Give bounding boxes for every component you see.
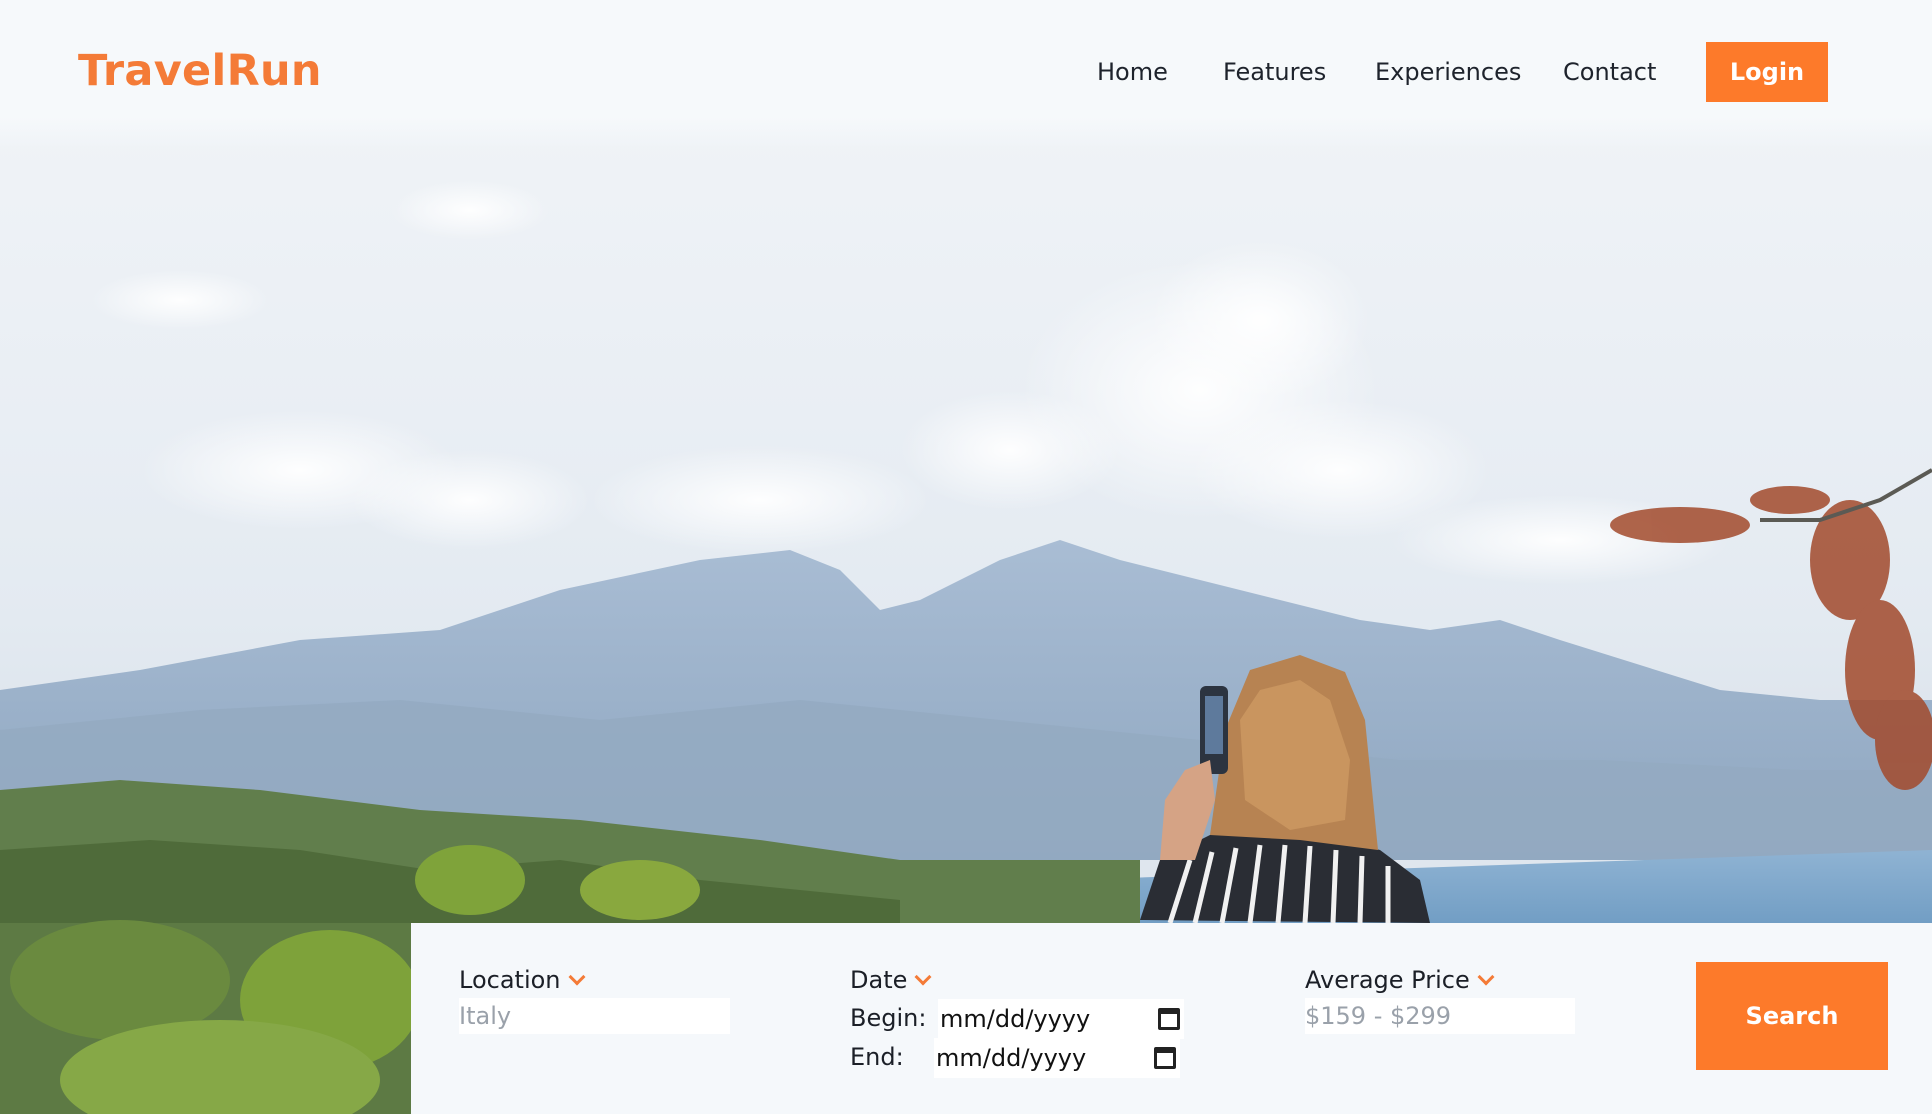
nav-features[interactable]: Features: [1223, 58, 1326, 86]
date-label: Date: [850, 966, 908, 994]
begin-date-value: mm/dd/yyyy: [940, 1005, 1091, 1033]
end-date-value: mm/dd/yyyy: [936, 1044, 1087, 1072]
chevron-down-icon: [914, 968, 932, 986]
calendar-icon[interactable]: [1154, 1047, 1176, 1069]
chevron-down-icon: [568, 968, 586, 986]
search-button[interactable]: Search: [1696, 962, 1888, 1070]
nav-home[interactable]: Home: [1097, 58, 1168, 86]
location-placeholder: Italy: [459, 1002, 512, 1030]
location-label: Location: [459, 966, 561, 994]
price-label: Average Price: [1305, 966, 1470, 994]
login-button[interactable]: Login: [1706, 42, 1828, 102]
price-input[interactable]: $159 - $299: [1305, 998, 1575, 1034]
calendar-icon[interactable]: [1158, 1008, 1180, 1030]
end-date-input[interactable]: mm/dd/yyyy: [934, 1038, 1180, 1078]
end-label: End:: [850, 1043, 904, 1071]
begin-label: Begin:: [850, 1004, 927, 1032]
price-placeholder: $159 - $299: [1305, 1002, 1452, 1030]
brand-logo[interactable]: TravelRun: [78, 46, 322, 96]
date-dropdown[interactable]: Date: [850, 966, 932, 994]
site-header: TravelRun Home Features Experiences Cont…: [0, 0, 1932, 148]
location-input[interactable]: Italy: [459, 998, 730, 1034]
nav-experiences[interactable]: Experiences: [1375, 58, 1521, 86]
begin-date-input[interactable]: mm/dd/yyyy: [938, 999, 1184, 1039]
price-dropdown[interactable]: Average Price: [1305, 966, 1495, 994]
location-dropdown[interactable]: Location: [459, 966, 586, 994]
nav-contact[interactable]: Contact: [1563, 58, 1656, 86]
chevron-down-icon: [1477, 968, 1495, 986]
